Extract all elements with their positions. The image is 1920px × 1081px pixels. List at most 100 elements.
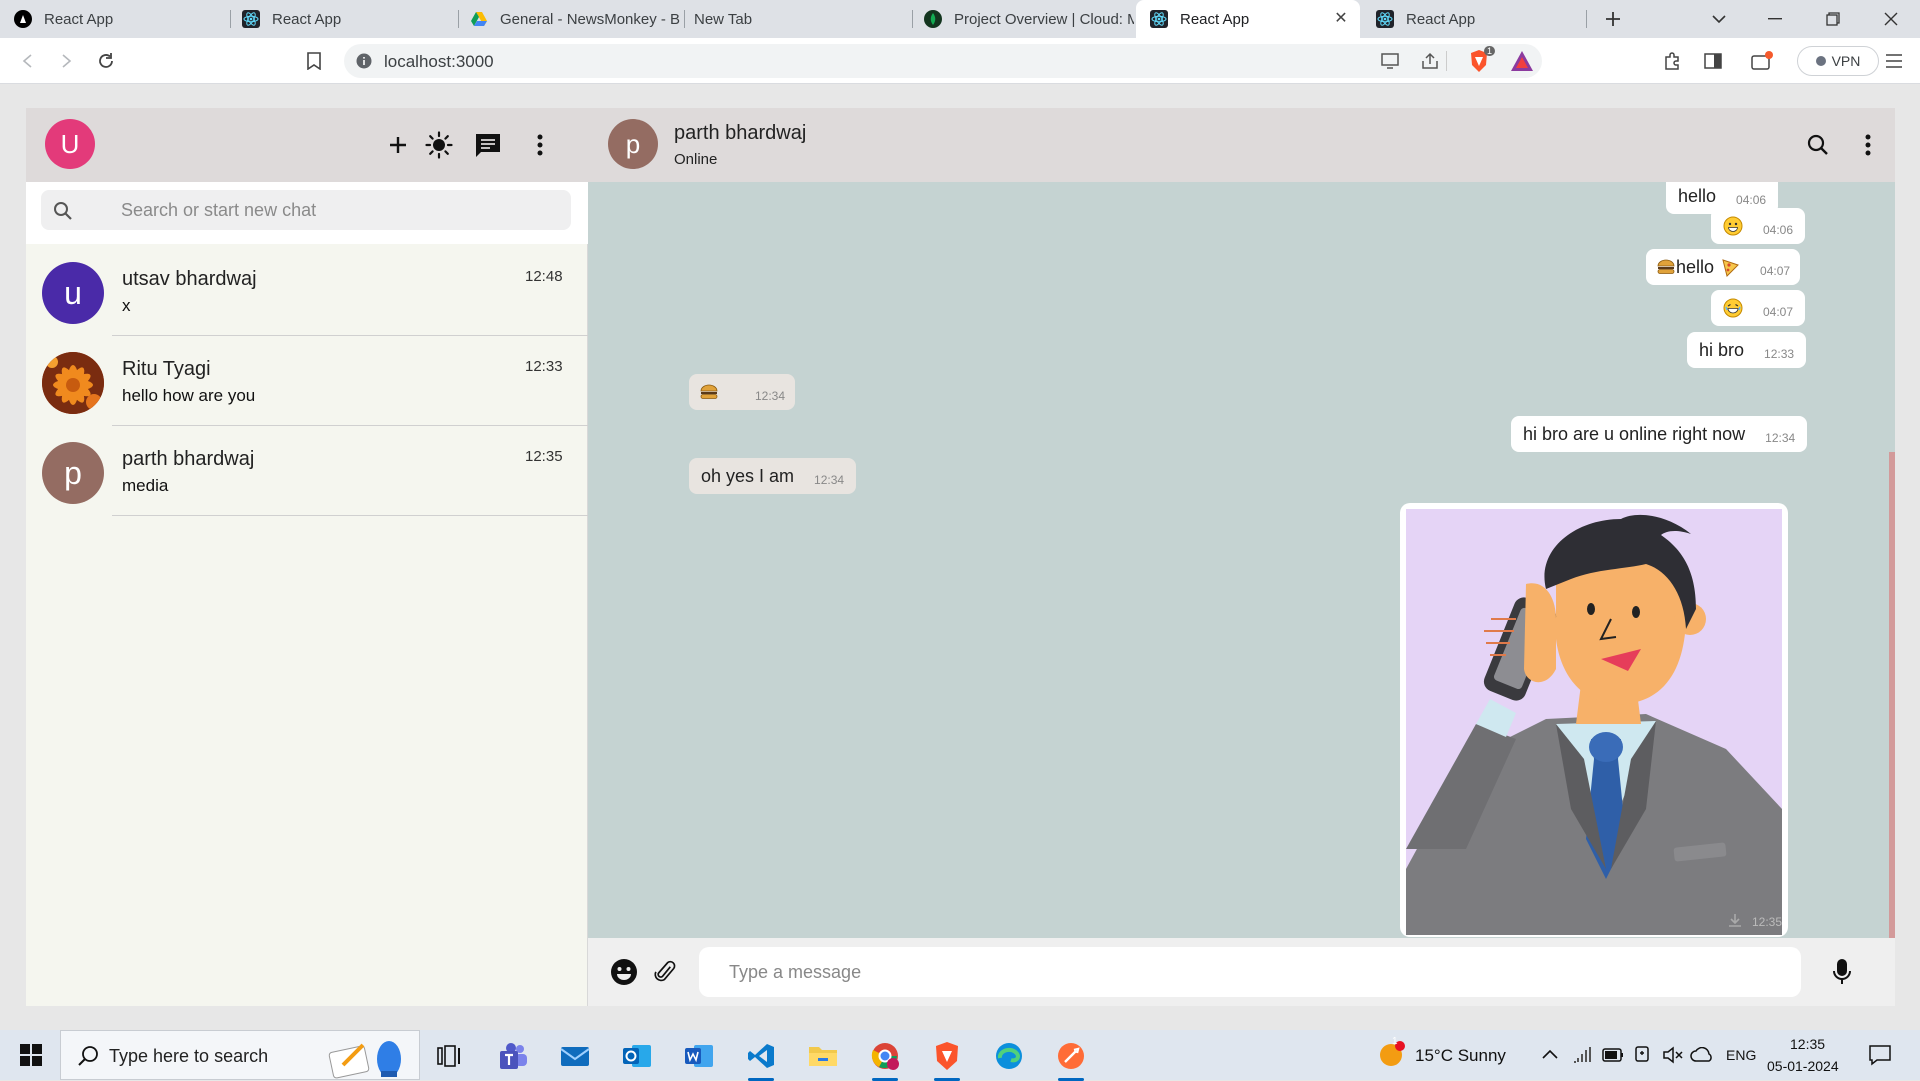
tab-project-overview[interactable]: Project Overview | Cloud: M xyxy=(910,0,1134,38)
language-indicator[interactable]: ENG xyxy=(1726,1047,1756,1063)
tab-react-app-2[interactable]: React App xyxy=(228,0,456,38)
network-icon[interactable] xyxy=(1572,1046,1592,1064)
clock-date[interactable]: 05-01-2024 xyxy=(1767,1058,1839,1074)
tab-newsmonkey[interactable]: General - NewsMonkey - B xyxy=(456,0,682,38)
brave-app[interactable] xyxy=(928,1037,966,1081)
search-messages-button[interactable] xyxy=(1801,128,1835,162)
tab-new-tab[interactable]: New Tab xyxy=(682,0,910,38)
tab-react-app-1[interactable]: React App xyxy=(0,0,228,38)
sidebar-menu-button[interactable] xyxy=(523,128,557,162)
tab-react-app-active[interactable]: React App ✕ xyxy=(1136,0,1360,38)
chevron-up-icon[interactable] xyxy=(1542,1049,1558,1059)
new-chat-button[interactable] xyxy=(381,128,415,162)
attach-button[interactable] xyxy=(650,956,682,988)
last-message-time: 12:35 xyxy=(525,448,563,465)
windows-taskbar: Type here to search 1 15°C Sunny ENG 12:… xyxy=(0,1030,1920,1081)
chat-list-item[interactable]: p parth bhardwaj media 12:35 xyxy=(26,426,588,516)
message-text: hello xyxy=(1678,185,1717,206)
extensions-button[interactable] xyxy=(1659,47,1687,75)
new-tab-button[interactable] xyxy=(1590,0,1636,38)
clock-time[interactable]: 12:35 xyxy=(1790,1036,1825,1052)
more-vertical-icon xyxy=(1865,134,1871,156)
reload-button[interactable] xyxy=(92,47,120,75)
divider xyxy=(112,515,588,516)
message-time: 04:06 xyxy=(1736,193,1767,207)
wallet-icon xyxy=(1751,51,1773,70)
teams-app[interactable] xyxy=(494,1037,532,1075)
theme-toggle-button[interactable] xyxy=(422,128,456,162)
tab-title: New Tab xyxy=(694,10,753,28)
brave-rewards-icon[interactable] xyxy=(1510,50,1534,72)
plus-icon xyxy=(1606,12,1620,26)
message-text: hi bro xyxy=(1699,339,1745,360)
contact-avatar[interactable]: p xyxy=(608,119,658,169)
contact-initial: p xyxy=(625,128,641,159)
message-time: 04:07 xyxy=(1763,305,1794,319)
tab-react-app-3[interactable]: React App xyxy=(1362,0,1584,38)
microphone-icon xyxy=(1833,959,1851,984)
tab-title: React App xyxy=(1180,10,1250,28)
restore-icon xyxy=(1826,12,1840,26)
restore-button[interactable] xyxy=(1810,0,1856,38)
voice-message-button[interactable] xyxy=(1826,956,1858,988)
profile-avatar[interactable]: U xyxy=(45,119,95,169)
bookmark-button[interactable] xyxy=(300,47,328,75)
chrome-app[interactable] xyxy=(866,1037,904,1081)
message-input[interactable] xyxy=(699,947,1801,997)
message-time: 12:35 xyxy=(1751,915,1782,929)
taskbar-search-box[interactable]: Type here to search xyxy=(60,1030,420,1080)
tab-title: React App xyxy=(1406,10,1476,28)
file-explorer-app[interactable] xyxy=(804,1037,842,1075)
new-message-button[interactable] xyxy=(471,128,505,162)
mail-app[interactable] xyxy=(556,1037,594,1075)
start-button[interactable] xyxy=(12,1036,50,1074)
brave-lion-icon xyxy=(936,1042,958,1070)
notification-center-icon[interactable] xyxy=(1868,1044,1892,1066)
contact-initial: p xyxy=(64,454,82,491)
battery-icon[interactable] xyxy=(1602,1047,1624,1063)
outgoing-image-message[interactable]: 12:35 xyxy=(1400,503,1788,937)
minimize-button[interactable] xyxy=(1752,0,1798,38)
search-input[interactable] xyxy=(121,190,561,230)
chat-list-item[interactable]: Ritu Tyagi hello how are you 12:33 xyxy=(26,336,588,426)
contact-status: Online xyxy=(674,151,718,168)
postman-app[interactable] xyxy=(1052,1037,1090,1081)
download-icon[interactable] xyxy=(1728,913,1742,927)
back-button[interactable] xyxy=(14,47,42,75)
forward-button[interactable] xyxy=(52,47,80,75)
tab-title: React App xyxy=(44,10,114,28)
conversation-menu-button[interactable] xyxy=(1851,128,1885,162)
plugged-in-icon[interactable] xyxy=(1633,1045,1651,1065)
outlook-app[interactable] xyxy=(618,1037,656,1075)
site-info-icon[interactable] xyxy=(356,53,372,69)
volume-muted-icon[interactable] xyxy=(1662,1046,1684,1064)
address-bar[interactable]: localhost:3000 1 xyxy=(344,44,1542,78)
browser-menu-button[interactable] xyxy=(1880,47,1908,75)
cast-icon[interactable] xyxy=(1380,52,1400,70)
shared-image[interactable] xyxy=(1406,509,1782,935)
sidebar-toggle-button[interactable] xyxy=(1699,47,1727,75)
close-window-button[interactable] xyxy=(1868,0,1914,38)
task-view-button[interactable] xyxy=(430,1037,468,1075)
close-tab-icon[interactable]: ✕ xyxy=(1332,10,1350,28)
chat-list-item[interactable]: u utsav bhardwaj x 12:48 xyxy=(26,246,588,336)
more-vertical-icon xyxy=(537,134,543,156)
emoji-button[interactable] xyxy=(608,956,640,988)
last-message-preview: x xyxy=(122,296,131,315)
onedrive-cloud-icon[interactable] xyxy=(1690,1047,1714,1063)
vpn-button[interactable]: VPN xyxy=(1797,46,1879,76)
message-list[interactable]: hello 04:06 04:06 hello 04:07 04:07 hi b… xyxy=(588,182,1895,938)
wallet-button[interactable] xyxy=(1748,47,1776,75)
outgoing-message: hi bro are u online right now 12:34 xyxy=(1511,416,1808,452)
edge-app[interactable] xyxy=(990,1037,1028,1075)
shields-count-badge: 1 xyxy=(1484,46,1496,56)
tab-search-button[interactable] xyxy=(1696,0,1742,38)
weather-text[interactable]: 15°C Sunny xyxy=(1415,1046,1506,1066)
back-arrow-icon xyxy=(22,54,32,68)
weather-notification-count: 1 xyxy=(1392,1036,1398,1047)
vscode-app[interactable] xyxy=(742,1037,780,1081)
message-scrollbar[interactable] xyxy=(1889,452,1895,938)
share-icon[interactable] xyxy=(1420,51,1440,71)
word-app[interactable] xyxy=(680,1037,718,1075)
word-icon xyxy=(685,1045,713,1067)
